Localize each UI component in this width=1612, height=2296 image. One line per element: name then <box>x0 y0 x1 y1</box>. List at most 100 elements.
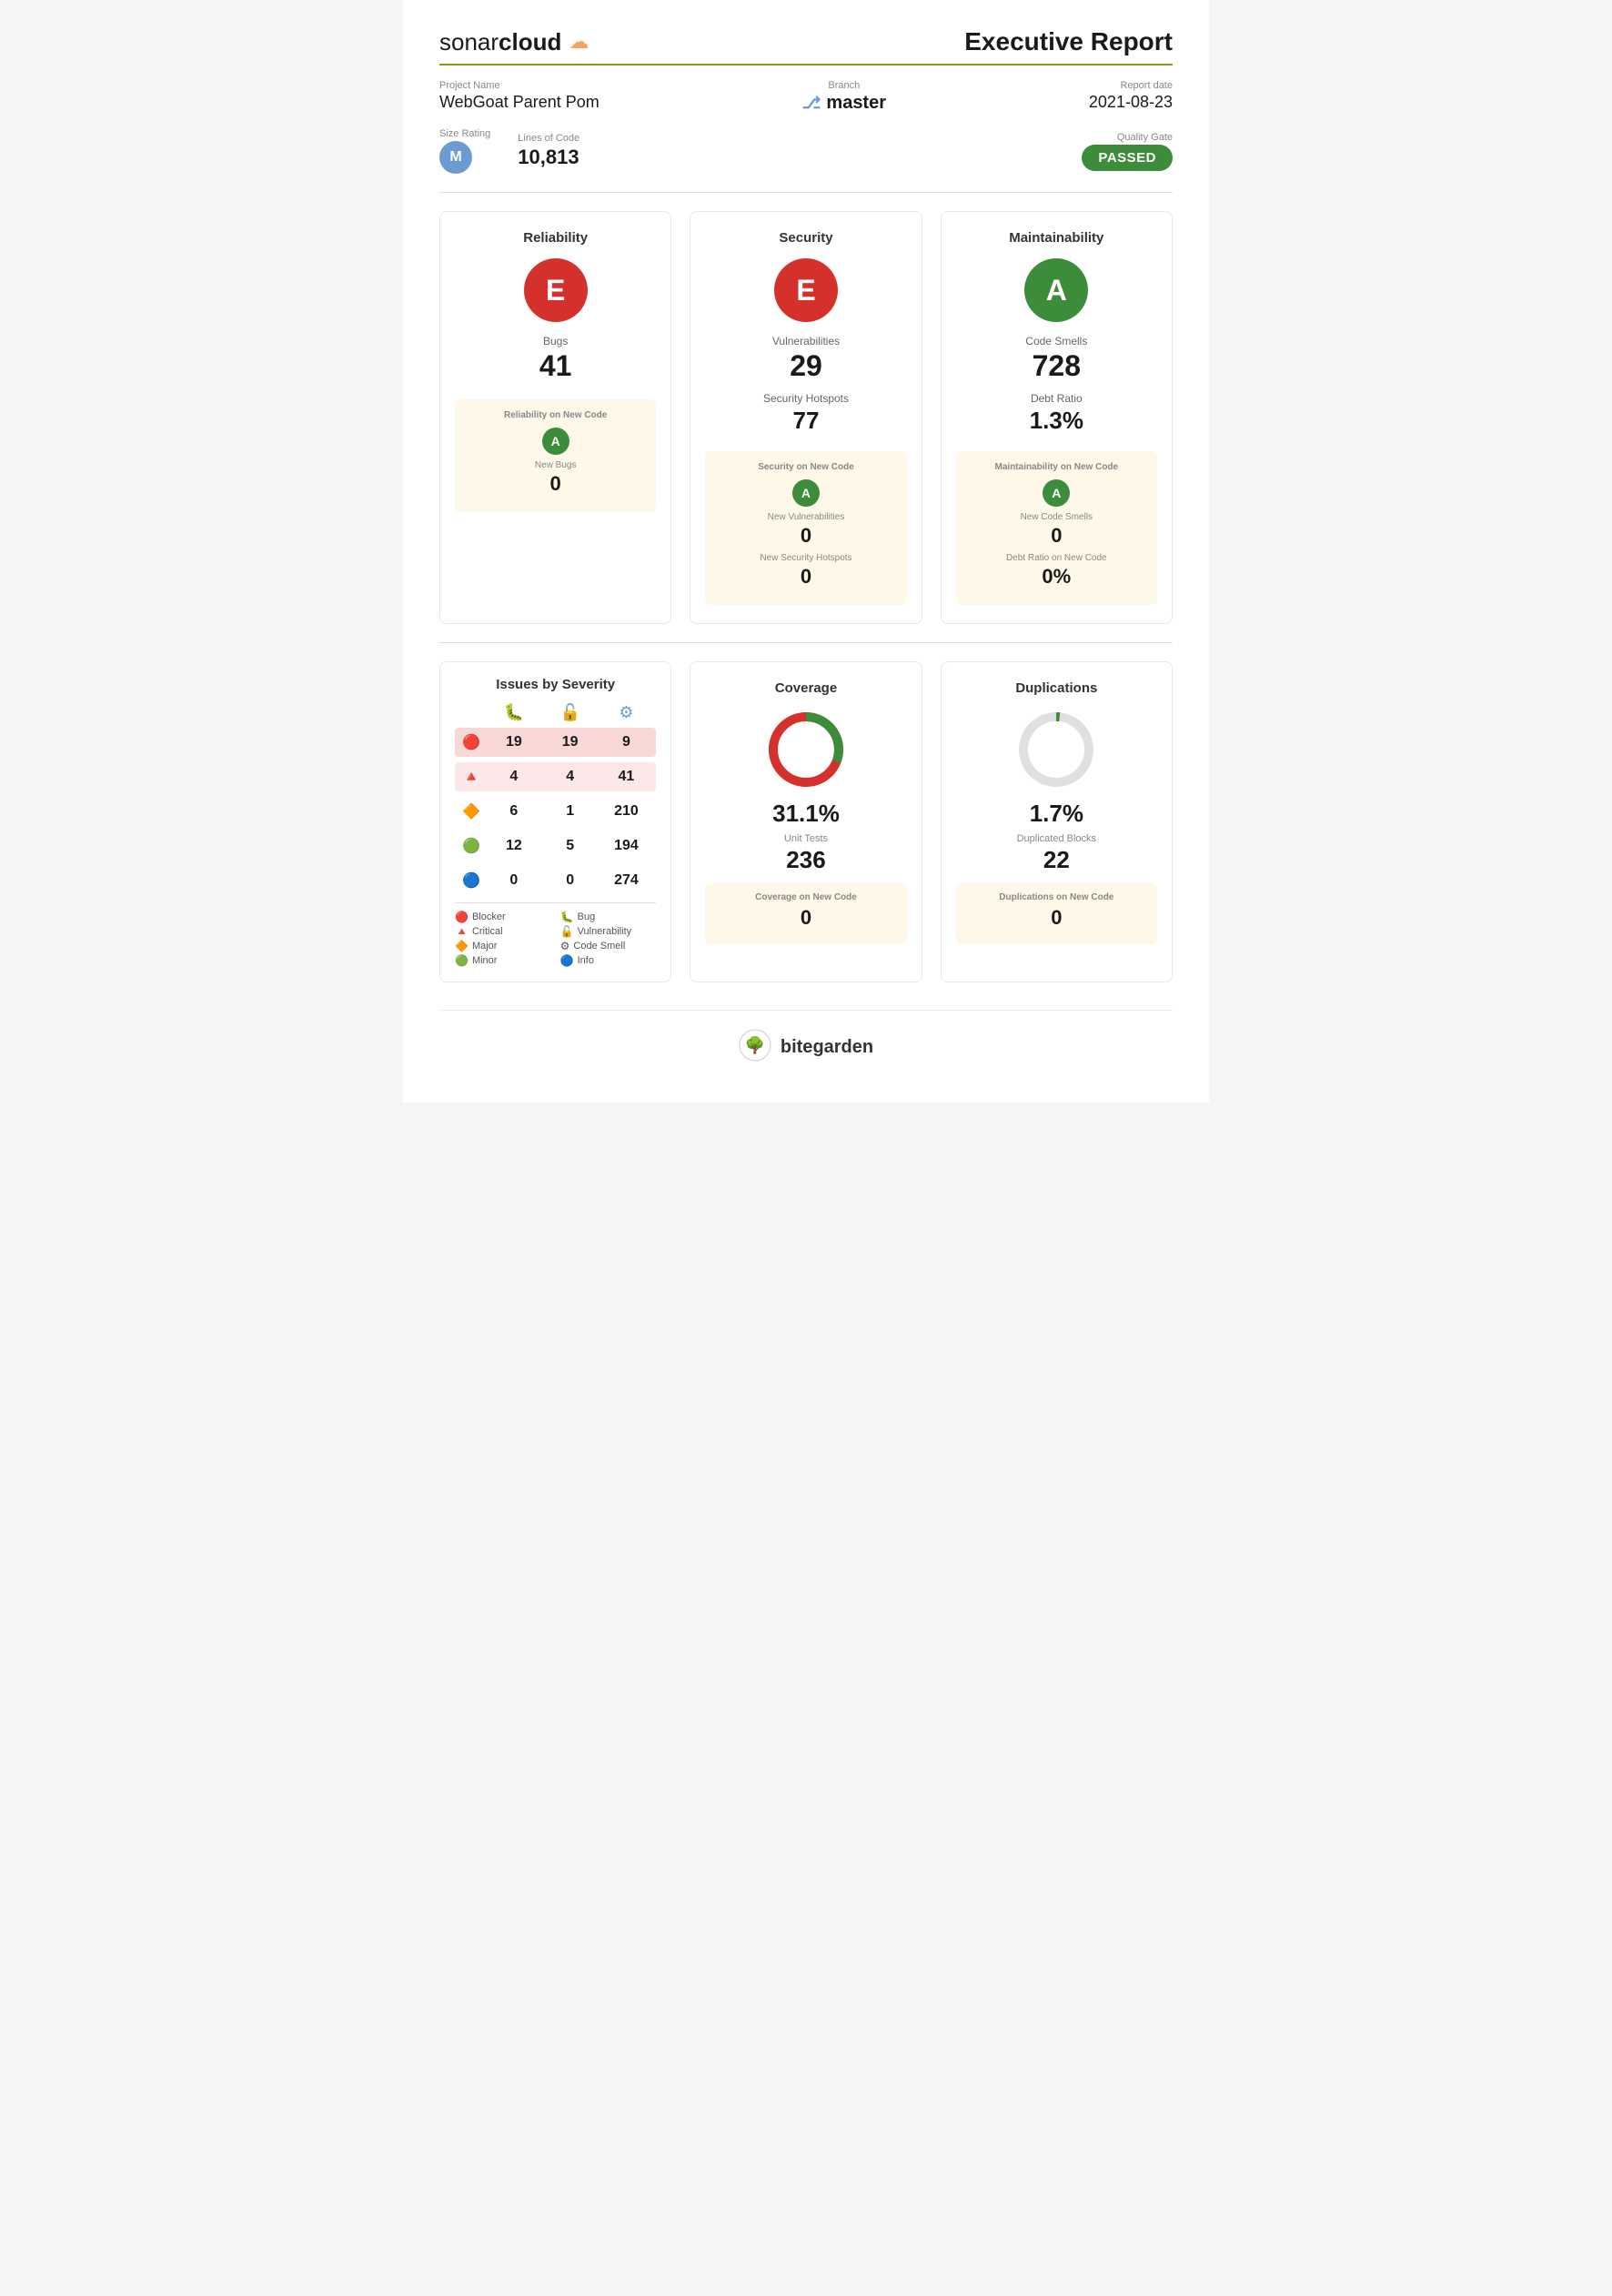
maintainability-rating: A <box>1024 258 1088 322</box>
issues-title: Issues by Severity <box>455 677 656 692</box>
critical-row: 🔺 4 4 41 <box>455 762 656 791</box>
new-vulnerabilities-label: New Vulnerabilities <box>768 512 845 522</box>
branch-icon: ⎇ <box>802 94 821 113</box>
logo: sonarcloud ☁ <box>439 28 589 56</box>
security-new-code-box: Security on New Code A New Vulnerabiliti… <box>705 451 906 605</box>
smell-col-header: ⚙ <box>600 703 653 722</box>
critical-smell-count: 41 <box>600 769 653 785</box>
duplicated-blocks-value: 22 <box>1043 846 1070 874</box>
vuln-col-header: 🔓 <box>544 703 597 722</box>
unit-tests-value: 236 <box>786 846 825 874</box>
legend-major: 🔶 Major <box>455 940 551 952</box>
reliability-title: Reliability <box>523 230 588 246</box>
coverage-donut <box>765 709 847 791</box>
info-bug-count: 0 <box>488 872 540 889</box>
bottom-divider <box>439 642 1173 643</box>
coverage-percentage: 31.1% <box>772 800 840 828</box>
minor-vuln-count: 5 <box>544 838 597 854</box>
security-card: Security E Vulnerabilities 29 Security H… <box>690 211 922 624</box>
minor-smell-count: 194 <box>600 838 653 854</box>
footer: 🌳 bitegarden <box>439 1010 1173 1075</box>
blocker-row: 🔴 19 19 9 <box>455 728 656 757</box>
branch-block: Branch ⎇ master <box>802 80 886 114</box>
unit-tests-label: Unit Tests <box>784 833 828 844</box>
new-hotspots-label: New Security Hotspots <box>760 553 851 563</box>
issues-divider <box>455 902 656 903</box>
legend-critical-icon: 🔺 <box>455 925 468 938</box>
major-smell-count: 210 <box>600 803 653 820</box>
security-new-code-title: Security on New Code <box>758 462 854 472</box>
legend-vulnerability: 🔓 Vulnerability <box>560 925 657 938</box>
new-debt-label: Debt Ratio on New Code <box>1006 553 1107 563</box>
security-new-code-rating: A <box>792 479 820 507</box>
loc-label: Lines of Code <box>518 133 579 144</box>
code-smells-value: 728 <box>1033 349 1081 383</box>
coverage-new-code-value: 0 <box>801 906 811 930</box>
project-name-value: WebGoat Parent Pom <box>439 93 599 112</box>
info-vuln-count: 0 <box>544 872 597 889</box>
issues-table: 🐛 🔓 ⚙ 🔴 19 19 9 🔺 4 4 41 <box>455 703 656 895</box>
hotspots-value: 77 <box>793 407 820 435</box>
report-date-block: Report date 2021-08-23 <box>1089 80 1173 112</box>
info-icon: 🔵 <box>458 871 484 890</box>
legend-info-icon: 🔵 <box>560 954 574 967</box>
legend-bug: 🐛 Bug <box>560 911 657 923</box>
maintainability-title: Maintainability <box>1009 230 1103 246</box>
coverage-new-code-title: Coverage on New Code <box>755 892 857 902</box>
legend-minor-icon: 🟢 <box>455 954 468 967</box>
code-smells-label: Code Smells <box>1025 335 1087 347</box>
duplications-title: Duplications <box>1015 680 1097 696</box>
new-bugs-label: New Bugs <box>535 460 577 470</box>
legend-code-smell: ⚙ Code Smell <box>560 940 657 952</box>
blocker-smell-count: 9 <box>600 734 653 750</box>
bug-col-header: 🐛 <box>488 703 540 722</box>
coverage-title: Coverage <box>775 680 837 696</box>
legend-major-icon: 🔶 <box>455 940 468 952</box>
duplications-donut <box>1015 709 1097 791</box>
debt-ratio-label: Debt Ratio <box>1031 392 1083 405</box>
legend-bug-icon: 🐛 <box>560 911 574 923</box>
logo-text: sonarcloud <box>439 28 561 56</box>
info-smell-count: 274 <box>600 872 653 889</box>
bugs-label: Bugs <box>543 335 568 347</box>
size-rating-block: Size Rating M <box>439 128 490 174</box>
security-title: Security <box>779 230 832 246</box>
vulnerabilities-label: Vulnerabilities <box>772 335 840 347</box>
duplications-new-code-title: Duplications on New Code <box>999 892 1113 902</box>
top-cards: Reliability E Bugs 41 Reliability on New… <box>439 211 1173 624</box>
blocker-bug-count: 19 <box>488 734 540 750</box>
reliability-new-code-box: Reliability on New Code A New Bugs 0 <box>455 399 656 512</box>
minor-bug-count: 12 <box>488 838 540 854</box>
sections-divider <box>439 192 1173 193</box>
minor-icon: 🟢 <box>458 837 484 855</box>
header-divider <box>439 64 1173 65</box>
debt-ratio-value: 1.3% <box>1030 407 1083 435</box>
legend-info: 🔵 Info <box>560 954 657 967</box>
reliability-card: Reliability E Bugs 41 Reliability on New… <box>439 211 671 624</box>
issues-header-row: 🐛 🔓 ⚙ <box>455 703 656 722</box>
maintainability-new-code-box: Maintainability on New Code A New Code S… <box>956 451 1157 605</box>
critical-bug-count: 4 <box>488 769 540 785</box>
report-title: Executive Report <box>964 27 1173 56</box>
critical-vuln-count: 4 <box>544 769 597 785</box>
new-bugs-value: 0 <box>550 472 561 496</box>
minor-row: 🟢 12 5 194 <box>455 831 656 861</box>
coverage-card: Coverage 31.1% Unit Tests 236 Coverage o… <box>690 661 922 982</box>
coverage-new-code-box: Coverage on New Code 0 <box>705 883 906 944</box>
duplications-card: Duplications 1.7% Duplicated Blocks 22 D… <box>941 661 1173 982</box>
footer-logo: 🌳 <box>739 1029 771 1066</box>
loc-block: Lines of Code 10,813 <box>518 133 579 169</box>
reliability-new-code-rating: A <box>542 428 569 455</box>
new-vulnerabilities-value: 0 <box>801 524 811 548</box>
footer-brand: bitegarden <box>781 1037 873 1058</box>
branch-value: ⎇ master <box>802 93 886 114</box>
blocker-icon: 🔴 <box>458 733 484 751</box>
cloud-icon: ☁ <box>569 30 589 54</box>
security-rating: E <box>774 258 838 322</box>
duplications-percentage: 1.7% <box>1030 800 1083 828</box>
metrics-row: Size Rating M Lines of Code 10,813 Quali… <box>439 128 1173 174</box>
project-info: Project Name WebGoat Parent Pom Branch ⎇… <box>439 80 1173 114</box>
issues-card: Issues by Severity 🐛 🔓 ⚙ 🔴 19 19 9 <box>439 661 671 982</box>
new-smells-label: New Code Smells <box>1021 512 1093 522</box>
vulnerabilities-value: 29 <box>790 349 822 383</box>
